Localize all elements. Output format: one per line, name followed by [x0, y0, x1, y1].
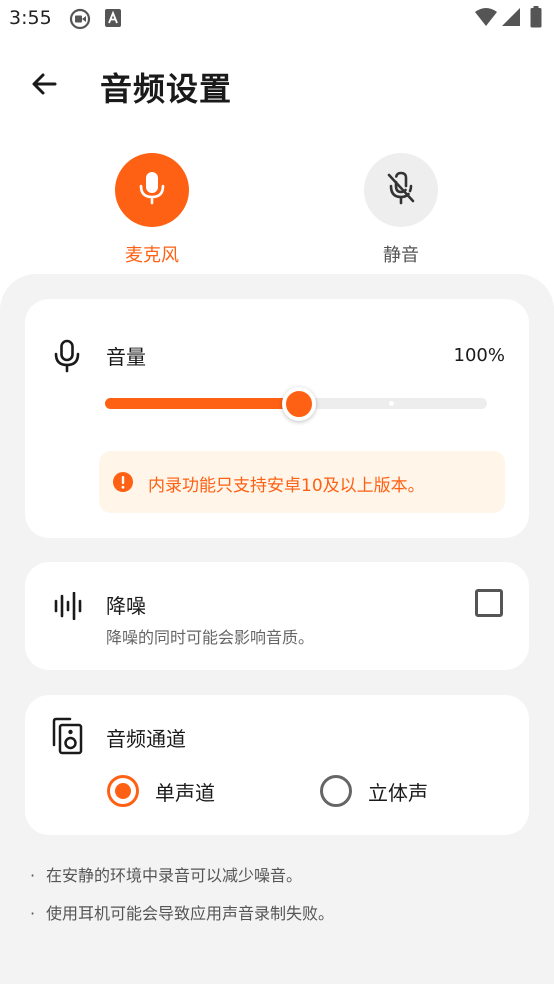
tip-text: 在安静的环境中录音可以减少噪音。: [46, 866, 303, 885]
audio-channel-title: 音频通道: [106, 727, 186, 751]
radio-mono[interactable]: 单声道: [107, 775, 215, 807]
microphone-outline-icon: [53, 339, 81, 373]
radio-stereo-circle[interactable]: [320, 775, 352, 807]
noise-reduction-checkbox[interactable]: [475, 589, 503, 617]
volume-value: 100%: [453, 345, 505, 366]
radio-mono-dot: [115, 783, 131, 799]
noise-reduction-title: 降噪: [106, 594, 146, 618]
a-box-icon: [104, 8, 122, 32]
microphone-icon: [137, 171, 167, 209]
page-title: 音频设置: [100, 70, 233, 108]
back-button[interactable]: [24, 66, 64, 106]
notice-text: 内录功能只支持安卓10及以上版本。: [148, 476, 425, 496]
mute-mode-button[interactable]: 静音: [363, 153, 439, 267]
speaker-copy-icon: [50, 717, 84, 755]
microphone-off-icon: [384, 171, 418, 209]
signal-icon: [501, 7, 521, 31]
mute-mode-label: 静音: [383, 245, 419, 266]
radio-mono-label: 单声道: [155, 780, 215, 805]
info-icon: [112, 471, 134, 497]
volume-card: 音量 100% 内录功能只支持安卓10及以上版本。: [25, 299, 529, 538]
tip-item: · 使用耳机可能会导致应用声音录制失败。: [30, 904, 335, 923]
waveform-icon: [53, 592, 83, 620]
status-time: 3:55: [9, 7, 52, 29]
mute-mode-circle[interactable]: [364, 153, 438, 227]
radio-stereo-label: 立体声: [368, 780, 428, 805]
volume-title: 音量: [106, 345, 146, 369]
battery-icon: [530, 6, 542, 32]
wifi-icon: [474, 7, 498, 31]
microphone-mode-label: 麦克风: [125, 245, 179, 266]
volume-slider-thumb[interactable]: [282, 387, 316, 421]
arrow-left-icon: [30, 70, 58, 102]
noise-reduction-card[interactable]: 降噪 降噪的同时可能会影响音质。: [25, 562, 529, 670]
notice-banner: 内录功能只支持安卓10及以上版本。: [99, 451, 505, 513]
radio-stereo[interactable]: 立体声: [320, 775, 428, 807]
tip-text: 使用耳机可能会导致应用声音录制失败。: [46, 904, 335, 923]
audio-channel-card: 音频通道 单声道 立体声: [25, 695, 529, 835]
radio-mono-circle[interactable]: [107, 775, 139, 807]
microphone-mode-button[interactable]: 麦克风: [114, 153, 190, 267]
tip-item: · 在安静的环境中录音可以减少噪音。: [30, 866, 303, 885]
volume-slider-tick: [389, 401, 394, 406]
volume-slider-fill: [105, 398, 306, 409]
status-bar: 3:55: [0, 0, 554, 38]
noise-reduction-subtitle: 降噪的同时可能会影响音质。: [106, 628, 315, 647]
microphone-mode-circle[interactable]: [115, 153, 189, 227]
screen-record-icon: [69, 8, 91, 34]
